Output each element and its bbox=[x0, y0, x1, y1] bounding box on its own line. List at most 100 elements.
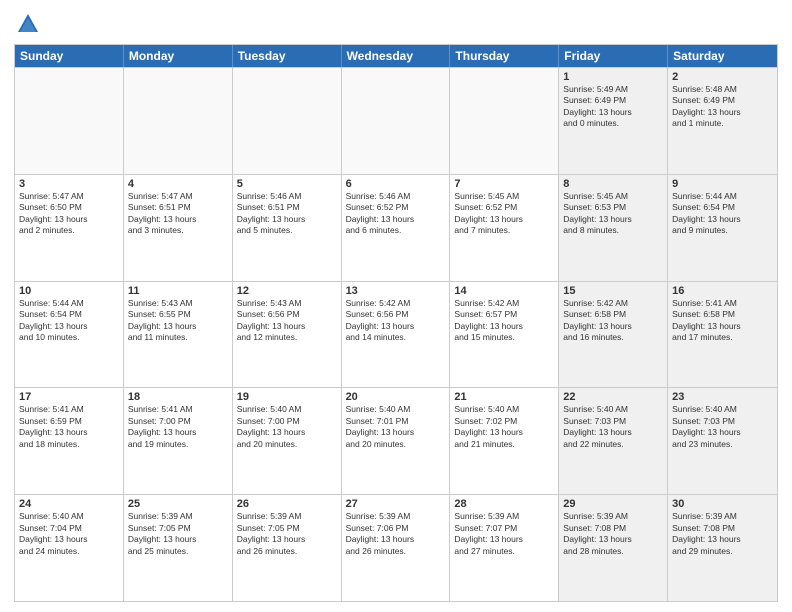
cal-cell: 25Sunrise: 5:39 AM Sunset: 7:05 PM Dayli… bbox=[124, 495, 233, 601]
cal-cell: 9Sunrise: 5:44 AM Sunset: 6:54 PM Daylig… bbox=[668, 175, 777, 281]
cal-cell bbox=[342, 68, 451, 174]
cal-header-day: Thursday bbox=[450, 45, 559, 67]
cell-info: Sunrise: 5:40 AM Sunset: 7:00 PM Dayligh… bbox=[237, 404, 337, 450]
logo-icon bbox=[14, 10, 42, 38]
cal-cell bbox=[450, 68, 559, 174]
cell-info: Sunrise: 5:39 AM Sunset: 7:07 PM Dayligh… bbox=[454, 511, 554, 557]
cal-cell: 3Sunrise: 5:47 AM Sunset: 6:50 PM Daylig… bbox=[15, 175, 124, 281]
cal-cell: 13Sunrise: 5:42 AM Sunset: 6:56 PM Dayli… bbox=[342, 282, 451, 388]
cal-cell: 27Sunrise: 5:39 AM Sunset: 7:06 PM Dayli… bbox=[342, 495, 451, 601]
day-number: 29 bbox=[563, 498, 663, 510]
cal-cell bbox=[124, 68, 233, 174]
cal-cell: 14Sunrise: 5:42 AM Sunset: 6:57 PM Dayli… bbox=[450, 282, 559, 388]
cell-info: Sunrise: 5:42 AM Sunset: 6:57 PM Dayligh… bbox=[454, 298, 554, 344]
cell-info: Sunrise: 5:46 AM Sunset: 6:52 PM Dayligh… bbox=[346, 191, 446, 237]
cal-cell: 20Sunrise: 5:40 AM Sunset: 7:01 PM Dayli… bbox=[342, 388, 451, 494]
cal-cell: 30Sunrise: 5:39 AM Sunset: 7:08 PM Dayli… bbox=[668, 495, 777, 601]
cal-header-day: Sunday bbox=[15, 45, 124, 67]
day-number: 16 bbox=[672, 285, 773, 297]
cal-row: 24Sunrise: 5:40 AM Sunset: 7:04 PM Dayli… bbox=[15, 494, 777, 601]
cal-cell: 24Sunrise: 5:40 AM Sunset: 7:04 PM Dayli… bbox=[15, 495, 124, 601]
day-number: 19 bbox=[237, 391, 337, 403]
cal-cell: 21Sunrise: 5:40 AM Sunset: 7:02 PM Dayli… bbox=[450, 388, 559, 494]
page: SundayMondayTuesdayWednesdayThursdayFrid… bbox=[0, 0, 792, 612]
cal-header-day: Friday bbox=[559, 45, 668, 67]
cal-cell: 7Sunrise: 5:45 AM Sunset: 6:52 PM Daylig… bbox=[450, 175, 559, 281]
calendar: SundayMondayTuesdayWednesdayThursdayFrid… bbox=[14, 44, 778, 602]
cal-cell bbox=[15, 68, 124, 174]
cell-info: Sunrise: 5:45 AM Sunset: 6:53 PM Dayligh… bbox=[563, 191, 663, 237]
cell-info: Sunrise: 5:49 AM Sunset: 6:49 PM Dayligh… bbox=[563, 84, 663, 130]
cal-cell: 22Sunrise: 5:40 AM Sunset: 7:03 PM Dayli… bbox=[559, 388, 668, 494]
cal-row: 10Sunrise: 5:44 AM Sunset: 6:54 PM Dayli… bbox=[15, 281, 777, 388]
cal-cell: 10Sunrise: 5:44 AM Sunset: 6:54 PM Dayli… bbox=[15, 282, 124, 388]
day-number: 17 bbox=[19, 391, 119, 403]
cal-header-day: Monday bbox=[124, 45, 233, 67]
cell-info: Sunrise: 5:44 AM Sunset: 6:54 PM Dayligh… bbox=[19, 298, 119, 344]
day-number: 6 bbox=[346, 178, 446, 190]
cell-info: Sunrise: 5:45 AM Sunset: 6:52 PM Dayligh… bbox=[454, 191, 554, 237]
cal-cell: 1Sunrise: 5:49 AM Sunset: 6:49 PM Daylig… bbox=[559, 68, 668, 174]
cell-info: Sunrise: 5:42 AM Sunset: 6:56 PM Dayligh… bbox=[346, 298, 446, 344]
day-number: 24 bbox=[19, 498, 119, 510]
day-number: 21 bbox=[454, 391, 554, 403]
cell-info: Sunrise: 5:41 AM Sunset: 6:58 PM Dayligh… bbox=[672, 298, 773, 344]
day-number: 5 bbox=[237, 178, 337, 190]
cal-cell: 18Sunrise: 5:41 AM Sunset: 7:00 PM Dayli… bbox=[124, 388, 233, 494]
cal-row: 3Sunrise: 5:47 AM Sunset: 6:50 PM Daylig… bbox=[15, 174, 777, 281]
day-number: 28 bbox=[454, 498, 554, 510]
cal-row: 17Sunrise: 5:41 AM Sunset: 6:59 PM Dayli… bbox=[15, 387, 777, 494]
calendar-body: 1Sunrise: 5:49 AM Sunset: 6:49 PM Daylig… bbox=[15, 67, 777, 601]
cal-cell: 19Sunrise: 5:40 AM Sunset: 7:00 PM Dayli… bbox=[233, 388, 342, 494]
cell-info: Sunrise: 5:40 AM Sunset: 7:03 PM Dayligh… bbox=[563, 404, 663, 450]
day-number: 9 bbox=[672, 178, 773, 190]
day-number: 4 bbox=[128, 178, 228, 190]
day-number: 7 bbox=[454, 178, 554, 190]
cell-info: Sunrise: 5:39 AM Sunset: 7:06 PM Dayligh… bbox=[346, 511, 446, 557]
cal-cell: 12Sunrise: 5:43 AM Sunset: 6:56 PM Dayli… bbox=[233, 282, 342, 388]
cal-cell: 8Sunrise: 5:45 AM Sunset: 6:53 PM Daylig… bbox=[559, 175, 668, 281]
cell-info: Sunrise: 5:42 AM Sunset: 6:58 PM Dayligh… bbox=[563, 298, 663, 344]
logo bbox=[14, 10, 46, 38]
cal-cell: 29Sunrise: 5:39 AM Sunset: 7:08 PM Dayli… bbox=[559, 495, 668, 601]
cal-cell bbox=[233, 68, 342, 174]
day-number: 30 bbox=[672, 498, 773, 510]
day-number: 20 bbox=[346, 391, 446, 403]
cal-cell: 17Sunrise: 5:41 AM Sunset: 6:59 PM Dayli… bbox=[15, 388, 124, 494]
cell-info: Sunrise: 5:39 AM Sunset: 7:05 PM Dayligh… bbox=[128, 511, 228, 557]
cell-info: Sunrise: 5:40 AM Sunset: 7:01 PM Dayligh… bbox=[346, 404, 446, 450]
cell-info: Sunrise: 5:39 AM Sunset: 7:08 PM Dayligh… bbox=[672, 511, 773, 557]
cell-info: Sunrise: 5:40 AM Sunset: 7:03 PM Dayligh… bbox=[672, 404, 773, 450]
day-number: 23 bbox=[672, 391, 773, 403]
day-number: 3 bbox=[19, 178, 119, 190]
header bbox=[14, 10, 778, 38]
cal-row: 1Sunrise: 5:49 AM Sunset: 6:49 PM Daylig… bbox=[15, 67, 777, 174]
cal-cell: 4Sunrise: 5:47 AM Sunset: 6:51 PM Daylig… bbox=[124, 175, 233, 281]
day-number: 2 bbox=[672, 71, 773, 83]
cal-cell: 11Sunrise: 5:43 AM Sunset: 6:55 PM Dayli… bbox=[124, 282, 233, 388]
cell-info: Sunrise: 5:43 AM Sunset: 6:56 PM Dayligh… bbox=[237, 298, 337, 344]
day-number: 1 bbox=[563, 71, 663, 83]
cal-cell: 28Sunrise: 5:39 AM Sunset: 7:07 PM Dayli… bbox=[450, 495, 559, 601]
day-number: 14 bbox=[454, 285, 554, 297]
cell-info: Sunrise: 5:40 AM Sunset: 7:04 PM Dayligh… bbox=[19, 511, 119, 557]
cal-cell: 15Sunrise: 5:42 AM Sunset: 6:58 PM Dayli… bbox=[559, 282, 668, 388]
day-number: 18 bbox=[128, 391, 228, 403]
cell-info: Sunrise: 5:39 AM Sunset: 7:08 PM Dayligh… bbox=[563, 511, 663, 557]
cell-info: Sunrise: 5:39 AM Sunset: 7:05 PM Dayligh… bbox=[237, 511, 337, 557]
cal-cell: 26Sunrise: 5:39 AM Sunset: 7:05 PM Dayli… bbox=[233, 495, 342, 601]
day-number: 13 bbox=[346, 285, 446, 297]
cal-cell: 2Sunrise: 5:48 AM Sunset: 6:49 PM Daylig… bbox=[668, 68, 777, 174]
cal-header-day: Wednesday bbox=[342, 45, 451, 67]
cal-cell: 16Sunrise: 5:41 AM Sunset: 6:58 PM Dayli… bbox=[668, 282, 777, 388]
cal-cell: 23Sunrise: 5:40 AM Sunset: 7:03 PM Dayli… bbox=[668, 388, 777, 494]
calendar-header: SundayMondayTuesdayWednesdayThursdayFrid… bbox=[15, 45, 777, 67]
cell-info: Sunrise: 5:41 AM Sunset: 7:00 PM Dayligh… bbox=[128, 404, 228, 450]
day-number: 22 bbox=[563, 391, 663, 403]
cal-header-day: Saturday bbox=[668, 45, 777, 67]
day-number: 26 bbox=[237, 498, 337, 510]
day-number: 15 bbox=[563, 285, 663, 297]
cell-info: Sunrise: 5:47 AM Sunset: 6:50 PM Dayligh… bbox=[19, 191, 119, 237]
cell-info: Sunrise: 5:47 AM Sunset: 6:51 PM Dayligh… bbox=[128, 191, 228, 237]
day-number: 12 bbox=[237, 285, 337, 297]
